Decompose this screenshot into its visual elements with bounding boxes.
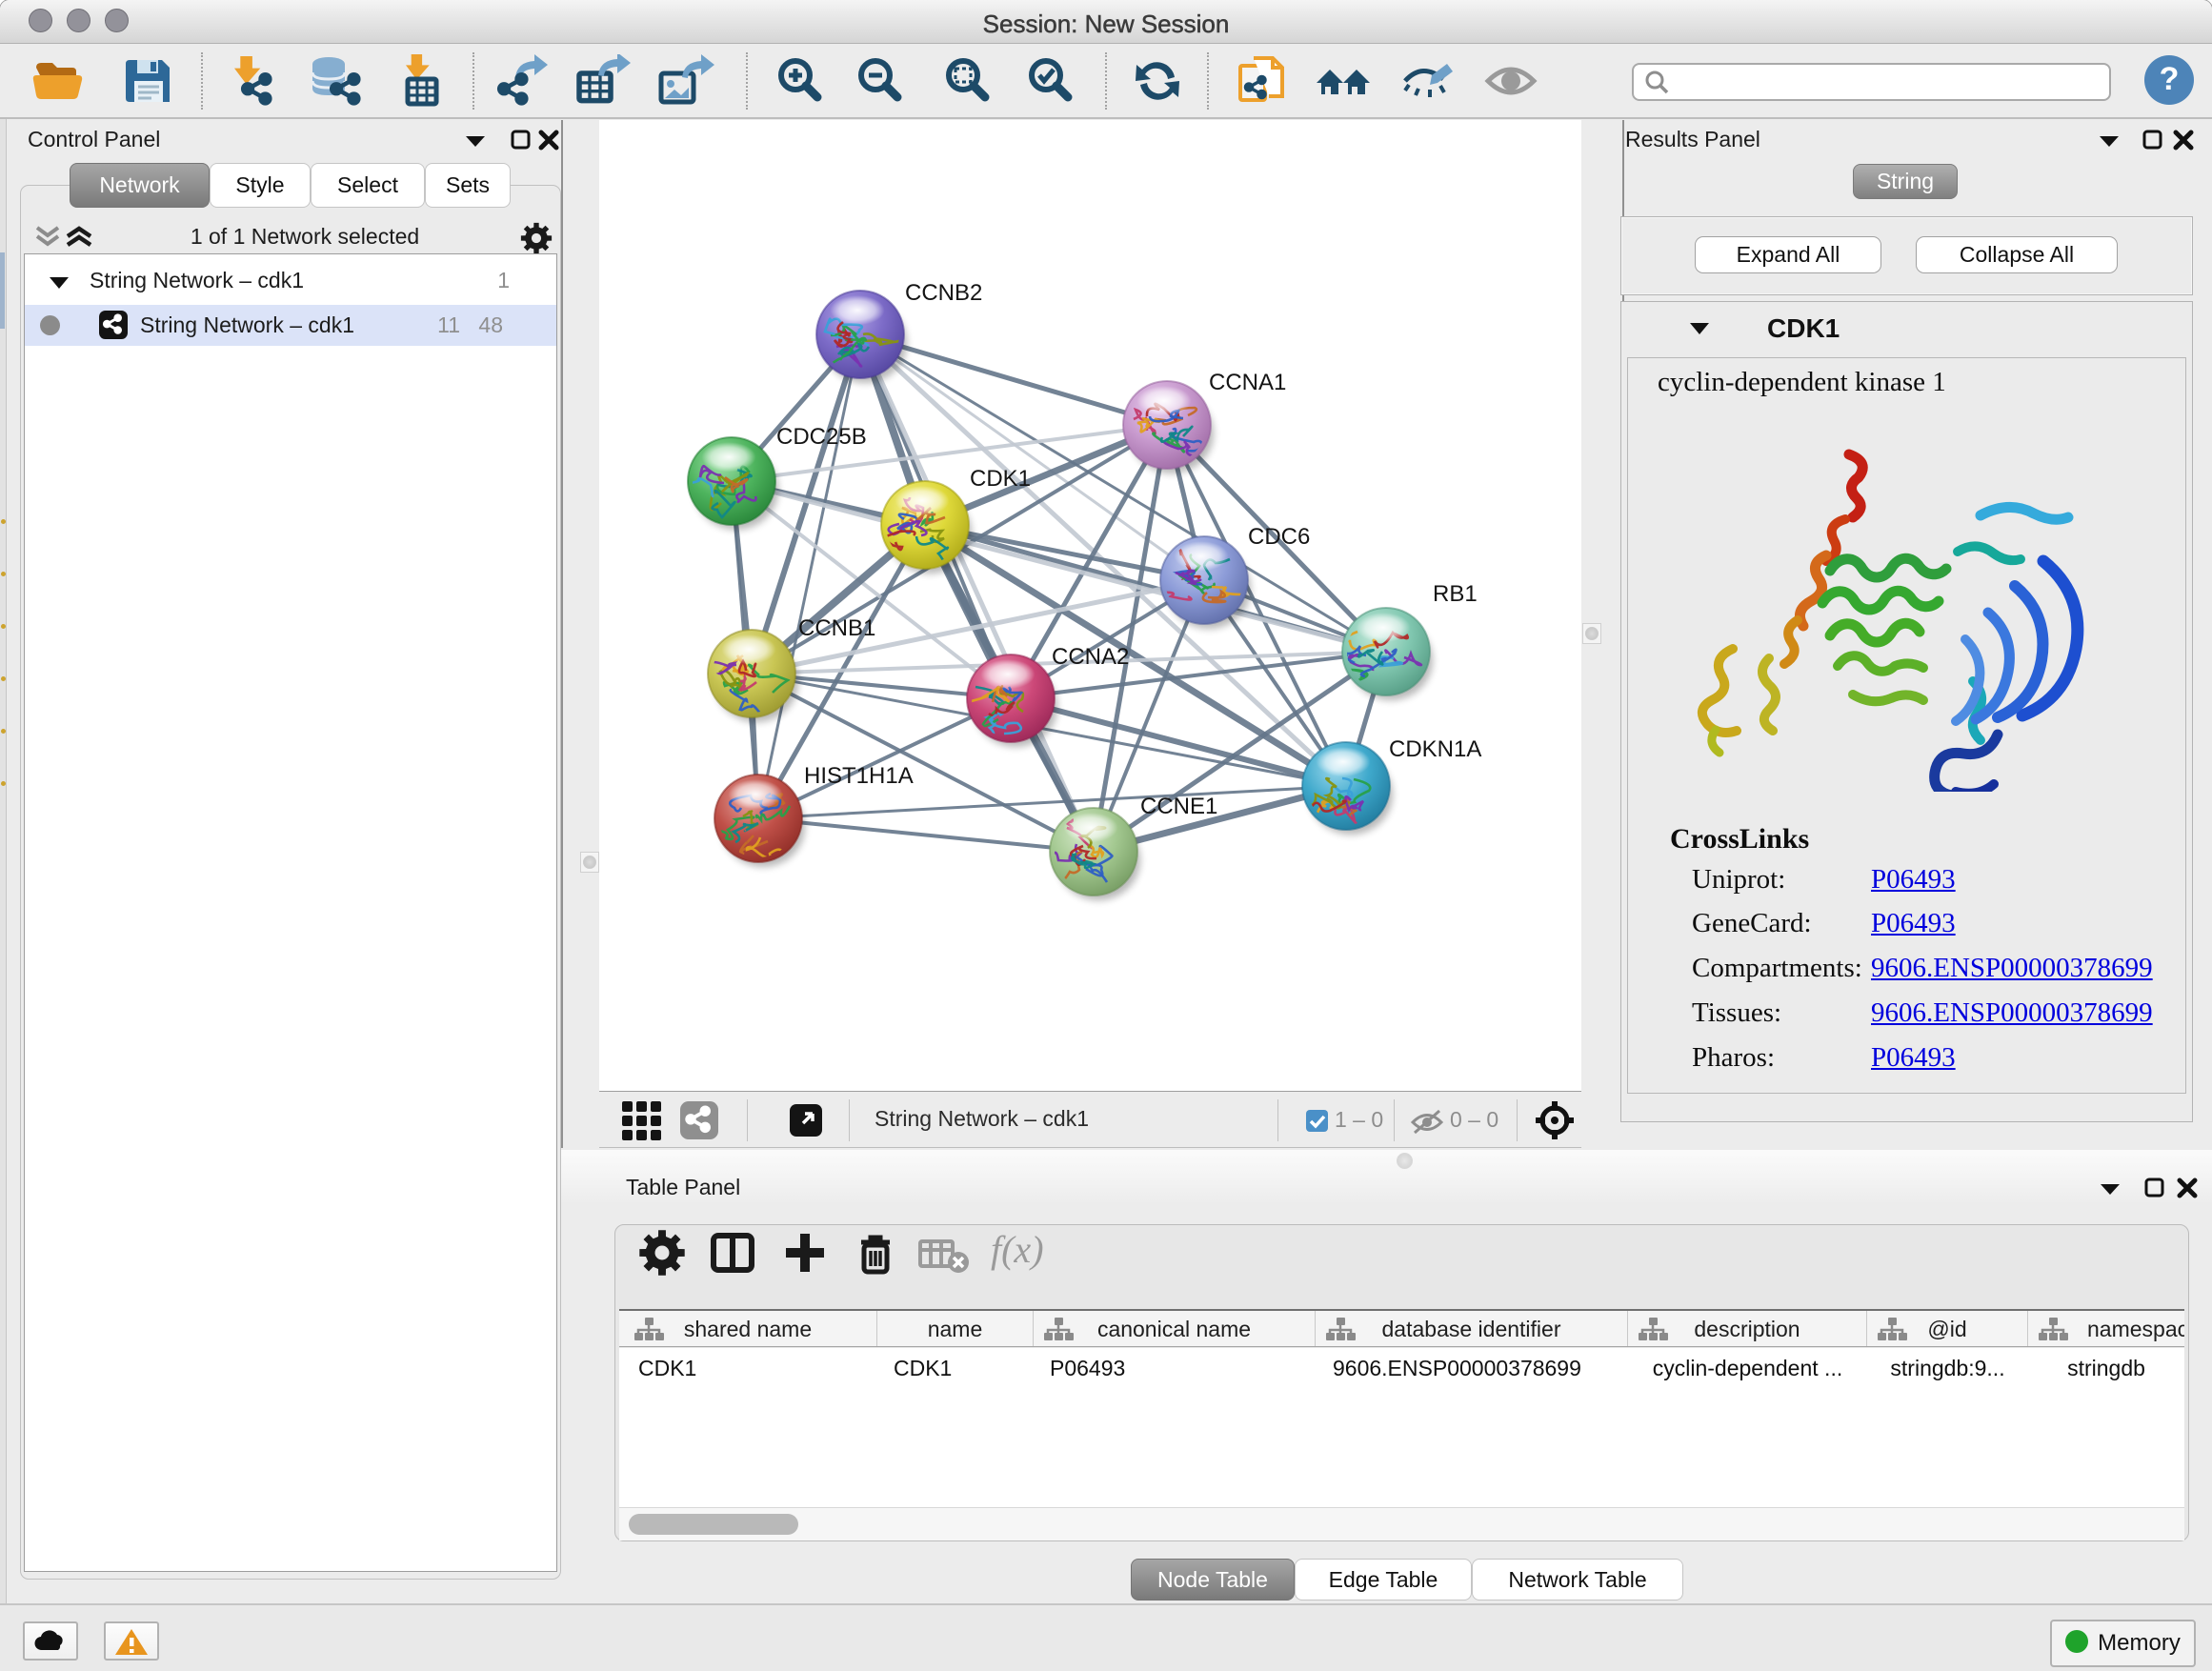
svg-text:CDC25B: CDC25B — [776, 424, 867, 450]
svg-text:CCNA2: CCNA2 — [1052, 644, 1129, 670]
svg-text:HIST1H1A: HIST1H1A — [804, 763, 914, 789]
svg-text:CCNA1: CCNA1 — [1209, 370, 1286, 395]
svg-text:CCNB1: CCNB1 — [798, 615, 875, 641]
svg-text:RB1: RB1 — [1433, 581, 1478, 607]
svg-text:CCNE1: CCNE1 — [1140, 794, 1217, 819]
svg-text:CDK1: CDK1 — [970, 466, 1031, 492]
svg-text:CDKN1A: CDKN1A — [1389, 736, 1481, 762]
svg-text:CCNB2: CCNB2 — [905, 280, 982, 306]
svg-text:CDC6: CDC6 — [1248, 524, 1310, 550]
